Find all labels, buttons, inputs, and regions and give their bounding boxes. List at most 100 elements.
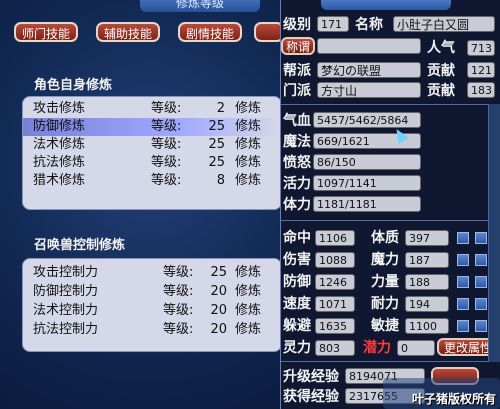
scrollbar[interactable] bbox=[488, 104, 500, 362]
strength-minus-button[interactable] bbox=[475, 276, 487, 288]
defense-value: 1246 bbox=[315, 274, 355, 290]
divider bbox=[281, 361, 500, 362]
school-value: 方寸山 bbox=[317, 82, 421, 98]
tab-school-skills[interactable]: 师门技能 bbox=[14, 22, 78, 42]
popularity-label: 人气 bbox=[427, 40, 455, 56]
list-item[interactable]: 猎术修炼 等级: 8 修炼 bbox=[23, 172, 281, 190]
list-item[interactable]: 攻击控制力 等级: 25 修炼 bbox=[23, 264, 281, 282]
item-name: 防御修炼 bbox=[33, 119, 86, 134]
strength-plus-button[interactable] bbox=[457, 276, 469, 288]
strength-value: 188 bbox=[405, 274, 449, 290]
constitution-minus-button[interactable] bbox=[475, 232, 487, 244]
vitality-value: 1097/1141 bbox=[313, 175, 421, 191]
damage-label: 伤害 bbox=[283, 252, 311, 268]
spirit-label: 灵力 bbox=[283, 340, 311, 356]
endurance-minus-button[interactable] bbox=[475, 298, 487, 310]
defense-label: 防御 bbox=[283, 274, 311, 290]
vitality-label: 活力 bbox=[283, 176, 311, 192]
stamina-label: 体力 bbox=[283, 197, 311, 213]
item-name: 抗法控制力 bbox=[33, 322, 99, 337]
list-item[interactable]: 抗法修炼 等级: 25 修炼 bbox=[23, 154, 281, 172]
item-suffix: 修炼 bbox=[235, 101, 262, 116]
constitution-value: 397 bbox=[405, 230, 449, 246]
item-name: 攻击控制力 bbox=[33, 265, 99, 280]
item-level: 20 bbox=[210, 284, 227, 299]
pet-cultivation-list: 攻击控制力 等级: 25 修炼 防御控制力 等级: 20 修炼 法术控制力 等级… bbox=[22, 258, 282, 352]
dodge-value: 1635 bbox=[315, 318, 355, 334]
magic-power-value: 187 bbox=[405, 252, 449, 268]
list-item[interactable]: 法术修炼 等级: 25 修炼 bbox=[23, 136, 281, 154]
item-level-label: 等级: bbox=[151, 101, 182, 116]
gang-label: 帮派 bbox=[283, 63, 311, 79]
attributes-title-bar bbox=[321, 0, 451, 10]
item-level-label: 等级: bbox=[151, 155, 182, 170]
endurance-label: 耐力 bbox=[371, 296, 399, 312]
title-button[interactable]: 称谓 bbox=[281, 37, 315, 55]
item-level-label: 等级: bbox=[163, 303, 194, 318]
agility-label: 敏捷 bbox=[371, 318, 399, 334]
hp-label: 气血 bbox=[283, 113, 311, 129]
school-contribution-value: 183 bbox=[467, 82, 495, 98]
endurance-plus-button[interactable] bbox=[457, 298, 469, 310]
item-name: 法术修炼 bbox=[33, 137, 86, 152]
title-field bbox=[317, 38, 421, 54]
strength-label: 力量 bbox=[371, 274, 399, 290]
magic-power-label: 魔力 bbox=[371, 252, 399, 268]
list-item[interactable]: 防御控制力 等级: 20 修炼 bbox=[23, 283, 281, 301]
item-level-label: 等级: bbox=[151, 173, 182, 188]
list-item[interactable]: 抗法控制力 等级: 20 修炼 bbox=[23, 321, 281, 339]
item-suffix: 修炼 bbox=[235, 137, 262, 152]
item-level: 25 bbox=[208, 119, 225, 134]
item-suffix: 修炼 bbox=[235, 265, 262, 280]
name-label: 名称 bbox=[355, 17, 383, 33]
self-cultivation-heading: 角色自身修炼 bbox=[34, 78, 113, 93]
agility-plus-button[interactable] bbox=[457, 320, 469, 332]
divider bbox=[281, 104, 500, 105]
game-screen: 修炼等级 师门技能 辅助技能 剧情技能 角色自身修炼 攻击修炼 等级: 2 修炼… bbox=[0, 0, 500, 409]
dodge-label: 躲避 bbox=[283, 318, 311, 334]
item-level: 8 bbox=[216, 173, 225, 188]
tab-story-skills[interactable]: 剧情技能 bbox=[178, 22, 242, 42]
hit-label: 命中 bbox=[283, 230, 311, 246]
item-level: 20 bbox=[210, 303, 227, 318]
magic-plus-button[interactable] bbox=[457, 254, 469, 266]
item-suffix: 修炼 bbox=[235, 173, 262, 188]
pet-cultivation-heading: 召唤兽控制修炼 bbox=[34, 238, 126, 253]
cultivation-title: 修炼等级 bbox=[140, 0, 260, 12]
item-level-label: 等级: bbox=[163, 322, 194, 337]
item-level: 25 bbox=[208, 137, 225, 152]
potential-value: 0 bbox=[397, 340, 435, 356]
item-name: 法术控制力 bbox=[33, 303, 99, 318]
tab-support-skills[interactable]: 辅助技能 bbox=[96, 22, 160, 42]
agility-minus-button[interactable] bbox=[475, 320, 487, 332]
magic-minus-button[interactable] bbox=[475, 254, 487, 266]
spirit-value: 803 bbox=[315, 340, 355, 356]
list-item[interactable]: 攻击修炼 等级: 2 修炼 bbox=[23, 100, 281, 118]
item-suffix: 修炼 bbox=[235, 155, 262, 170]
contribution-label: 贡献 bbox=[427, 63, 455, 79]
divider bbox=[281, 220, 500, 221]
damage-value: 1088 bbox=[315, 252, 355, 268]
school-label: 门派 bbox=[283, 83, 311, 99]
level-label: 级别 bbox=[283, 17, 311, 33]
list-item-selected[interactable]: 防御修炼 等级: 25 修炼 bbox=[23, 118, 281, 136]
item-name: 猎术修炼 bbox=[33, 173, 86, 188]
watermark-text: 叶子猪版权所有 bbox=[411, 392, 496, 406]
name-value: 小肚子白又圆 bbox=[393, 16, 495, 32]
gained-exp-label: 获得经验 bbox=[283, 389, 339, 405]
popularity-value: 713 bbox=[467, 40, 495, 56]
constitution-plus-button[interactable] bbox=[457, 232, 469, 244]
list-item[interactable]: 法术控制力 等级: 20 修炼 bbox=[23, 302, 281, 320]
level-value: 171 bbox=[317, 16, 349, 32]
item-level: 25 bbox=[208, 155, 225, 170]
item-suffix: 修炼 bbox=[235, 322, 262, 337]
item-suffix: 修炼 bbox=[235, 303, 262, 318]
school-contribution-label: 贡献 bbox=[427, 83, 455, 99]
gang-value: 梦幻の联盟 bbox=[317, 62, 421, 78]
item-name: 防御控制力 bbox=[33, 284, 99, 299]
speed-value: 1071 bbox=[315, 296, 355, 312]
stamina-value: 1181/1181 bbox=[313, 196, 421, 212]
self-cultivation-list: 攻击修炼 等级: 2 修炼 防御修炼 等级: 25 修炼 法术修炼 等级: 25… bbox=[22, 96, 282, 210]
item-level-label: 等级: bbox=[151, 119, 182, 134]
endurance-value: 194 bbox=[405, 296, 449, 312]
